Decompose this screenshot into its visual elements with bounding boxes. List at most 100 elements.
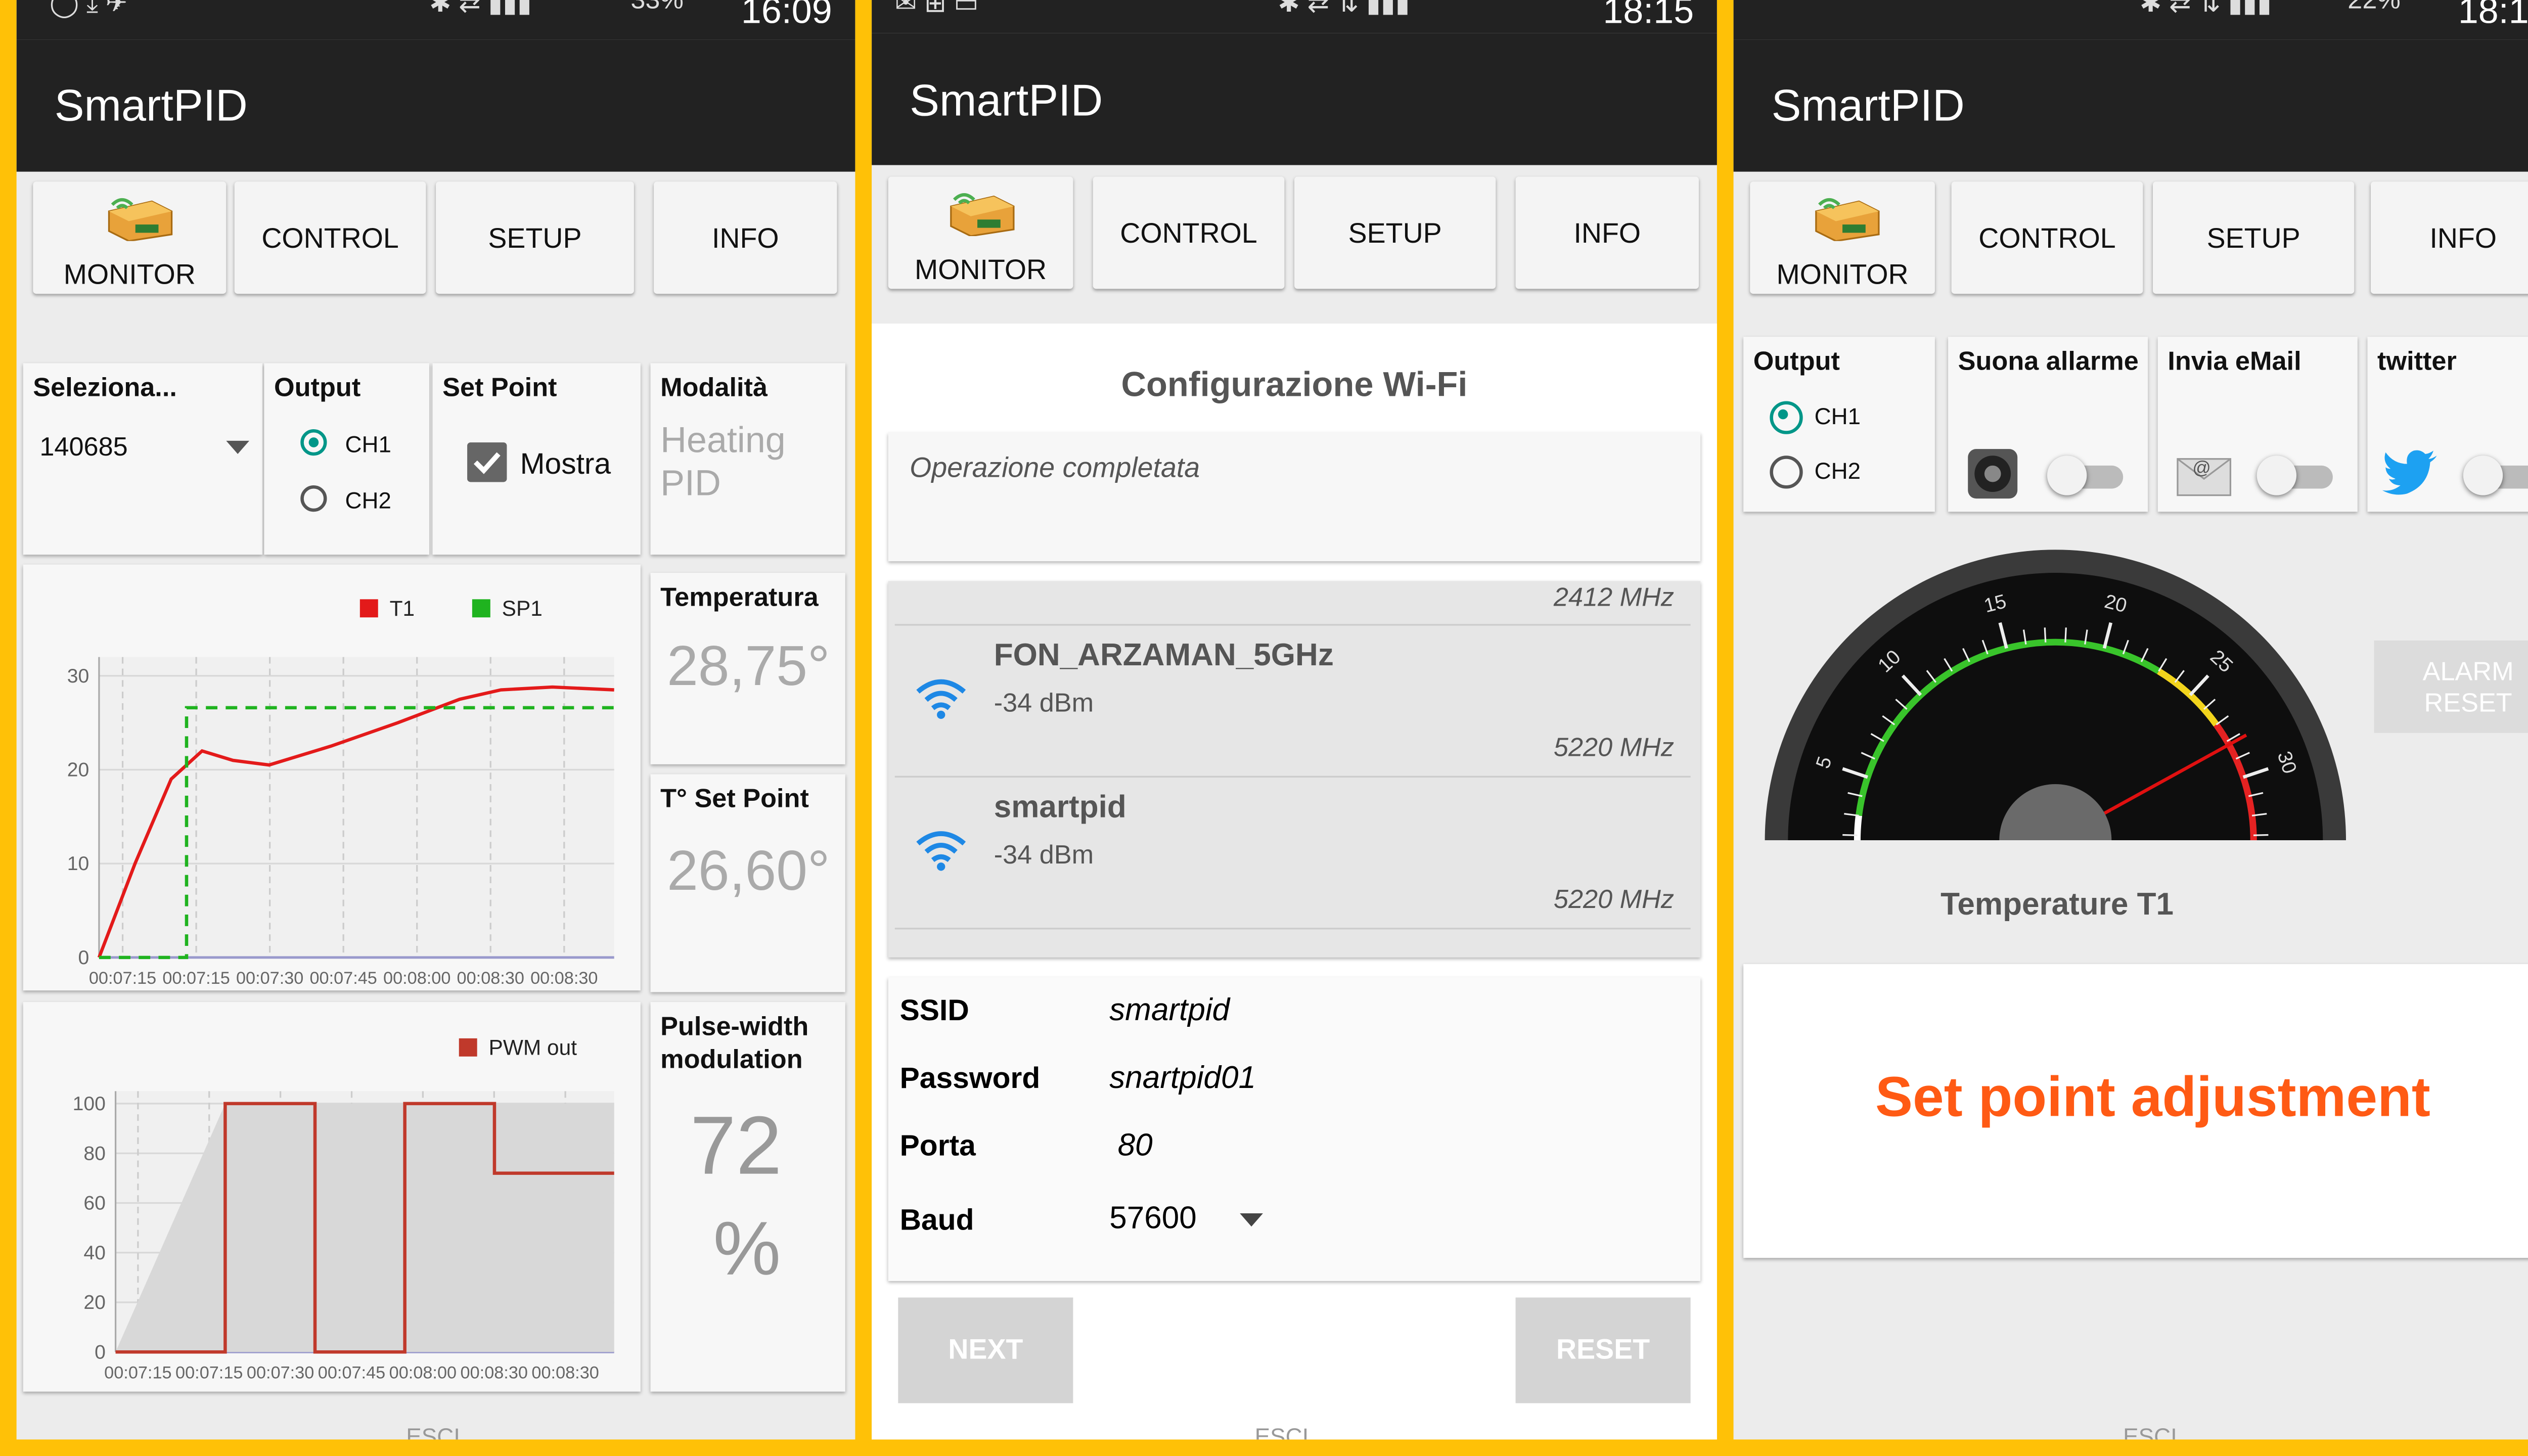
tab-monitor[interactable]: MONITOR [33,181,227,294]
tab-info-label: INFO [1573,218,1641,250]
legend-swatch [459,1038,477,1057]
gauge-tick [2253,834,2269,836]
legend-swatch [359,599,378,618]
tab-control-label: CONTROL [261,222,399,254]
signal-icons: ✱ ⇄ ⇅ ▮▮▮ [2139,0,2272,18]
password-field[interactable]: snartpid01 [1109,1062,1256,1098]
tab-control[interactable]: CONTROL [234,181,426,294]
y-tick-label: 20 [83,1292,106,1313]
gauge-band-white [1854,815,1862,841]
gauge-tick [2064,627,2067,643]
tab-control[interactable]: CONTROL [1951,181,2143,294]
radio-ch2[interactable] [300,485,327,512]
y-tick-label: 10 [67,853,89,875]
mode-line1: Heating [660,419,786,461]
tab-info-label: INFO [2429,222,2497,254]
alarm-reset-button[interactable]: ALARM RESET [2374,640,2528,733]
tab-monitor[interactable]: MONITOR [1750,181,1935,294]
signal-icons: ✱ ⇄ ⇅ ▮▮▮ [1278,0,1410,18]
x-tick-label: 00:07:15 [175,1363,243,1383]
twitter-toggle[interactable] [2463,456,2528,495]
gauge-tick [1842,834,1858,836]
device-selector[interactable]: Seleziona... 140685 [23,363,263,555]
battery-percent: 22% [2348,0,2401,15]
alarm-screen: ✱ ⇄ ⇅ ▮▮▮ 22% 18:16 SmartPID MONITOR CON… [1733,0,2528,1440]
setpoint-label: Set Point [442,375,557,403]
exit-button[interactable]: ESCI [1255,1423,1309,1440]
network-ssid: FON_ARZAMAN_5GHz [994,639,1334,674]
password-label: Password [899,1061,1041,1095]
reset-button[interactable]: RESET [1515,1297,1691,1403]
dropdown-arrow-icon[interactable] [224,439,251,456]
radio-ch2[interactable] [1770,456,1803,489]
porta-label: Porta [899,1129,976,1162]
mode-label: Modalità [660,375,768,403]
network-list[interactable]: 2412 MHz FON_ARZAMAN_5GHz -34 dBm 5220 M… [888,581,1701,958]
legend-label: T1 [390,597,415,620]
x-tick-label: 00:08:30 [530,969,598,988]
mode-line2: PID [660,462,721,504]
radio-ch1[interactable] [300,429,327,456]
x-tick-label: 00:07:45 [318,1363,385,1383]
dropdown-arrow-icon[interactable] [1238,1212,1265,1228]
network-freq-top: 2412 MHz [1553,584,1675,613]
app-bar: SmartPID [872,33,1717,165]
wifi-title: Configurazione Wi-Fi [1121,366,1468,404]
tab-info[interactable]: INFO [1515,176,1699,289]
x-tick-label: 00:08:30 [457,969,524,988]
email-icon: @ [2177,457,2232,496]
tab-control[interactable]: CONTROL [1093,176,1285,289]
tab-setup[interactable]: SETUP [1294,176,1496,289]
list-item[interactable]: smartpid -34 dBm 5220 MHz [888,778,1701,929]
list-item[interactable]: FON_ARZAMAN_5GHz -34 dBm 5220 MHz [888,626,1701,778]
tsp-label: T° Set Point [660,786,809,814]
tab-setup-label: SETUP [2206,222,2300,254]
tab-monitor[interactable]: MONITOR [888,176,1073,289]
network-freq: 5220 MHz [1553,735,1675,763]
baud-label: Baud [899,1203,974,1237]
selector-label: Seleziona... [33,375,177,403]
set-point-adjust-panel[interactable]: Set point adjustment [1743,964,2528,1258]
checkbox-icon[interactable] [467,442,507,482]
x-tick-label: 00:07:15 [162,969,230,988]
radio-ch1[interactable] [1770,401,1803,434]
y-tick-label: 80 [83,1143,106,1164]
pwm-unit: % [713,1205,781,1291]
plot-area [99,657,614,958]
email-toggle[interactable] [2256,456,2336,495]
wifi-panel: Configurazione Wi-Fi Operazione completa… [872,324,1717,1440]
tab-setup[interactable]: SETUP [436,181,634,294]
alarm-toggle[interactable] [2047,456,2127,495]
battery-percent: 33% [630,0,684,15]
setpoint-card: Set Point Mostra [432,363,641,555]
status-bar: ✉ ⊞ ▭ ✱ ⇄ ⇅ ▮▮▮ 18:15 [872,0,1717,33]
monitor-screen: ◯ ⤓ ✈ ✱ ⇄ ▮▮▮ 33% 16:09 SmartPID MONITOR… [16,0,855,1440]
twitter-icon [2382,450,2437,495]
y-tick-label: 0 [78,947,89,969]
signal-icons: ✱ ⇄ ▮▮▮ [429,0,532,18]
exit-button[interactable]: ESCI [2123,1423,2177,1440]
exit-button[interactable]: ESCI [406,1423,460,1440]
temperature-chart-svg: 0 10 20 30 00:07:15 00:07:15 00:07:30 00:07:45 0… [67,597,614,988]
set-point-adjust-label: Set point adjustment [1875,1066,2430,1129]
status-message: Operazione completata [910,452,1200,484]
app-title: SmartPID [910,76,1103,126]
wifi-icon [916,831,966,871]
temperature-gauge: 05101520253035 [1765,550,2346,841]
status-icons: ◯ ⤓ ✈ [49,0,128,18]
baud-select[interactable]: 57600 [1109,1202,1197,1238]
tab-info[interactable]: INFO [2370,181,2528,294]
next-button[interactable]: NEXT [898,1297,1073,1403]
legend-swatch [472,599,490,618]
ssid-field[interactable]: smartpid [1109,994,1230,1030]
legend-label: SP1 [502,597,543,620]
x-tick-label: 00:07:30 [236,969,303,988]
tab-setup[interactable]: SETUP [2152,181,2355,294]
gauge-title: Temperature T1 [1940,888,2174,923]
tab-info-label: INFO [711,222,779,254]
tab-info[interactable]: INFO [654,181,837,294]
x-tick-label: 00:07:45 [309,969,377,988]
mode-card: Modalità Heating PID [650,363,845,555]
porta-field[interactable]: 80 [1118,1129,1153,1165]
pwm-chart-svg: 02040608010000:07:15 00:07:15 00:07:30 00:0… [73,1036,614,1383]
